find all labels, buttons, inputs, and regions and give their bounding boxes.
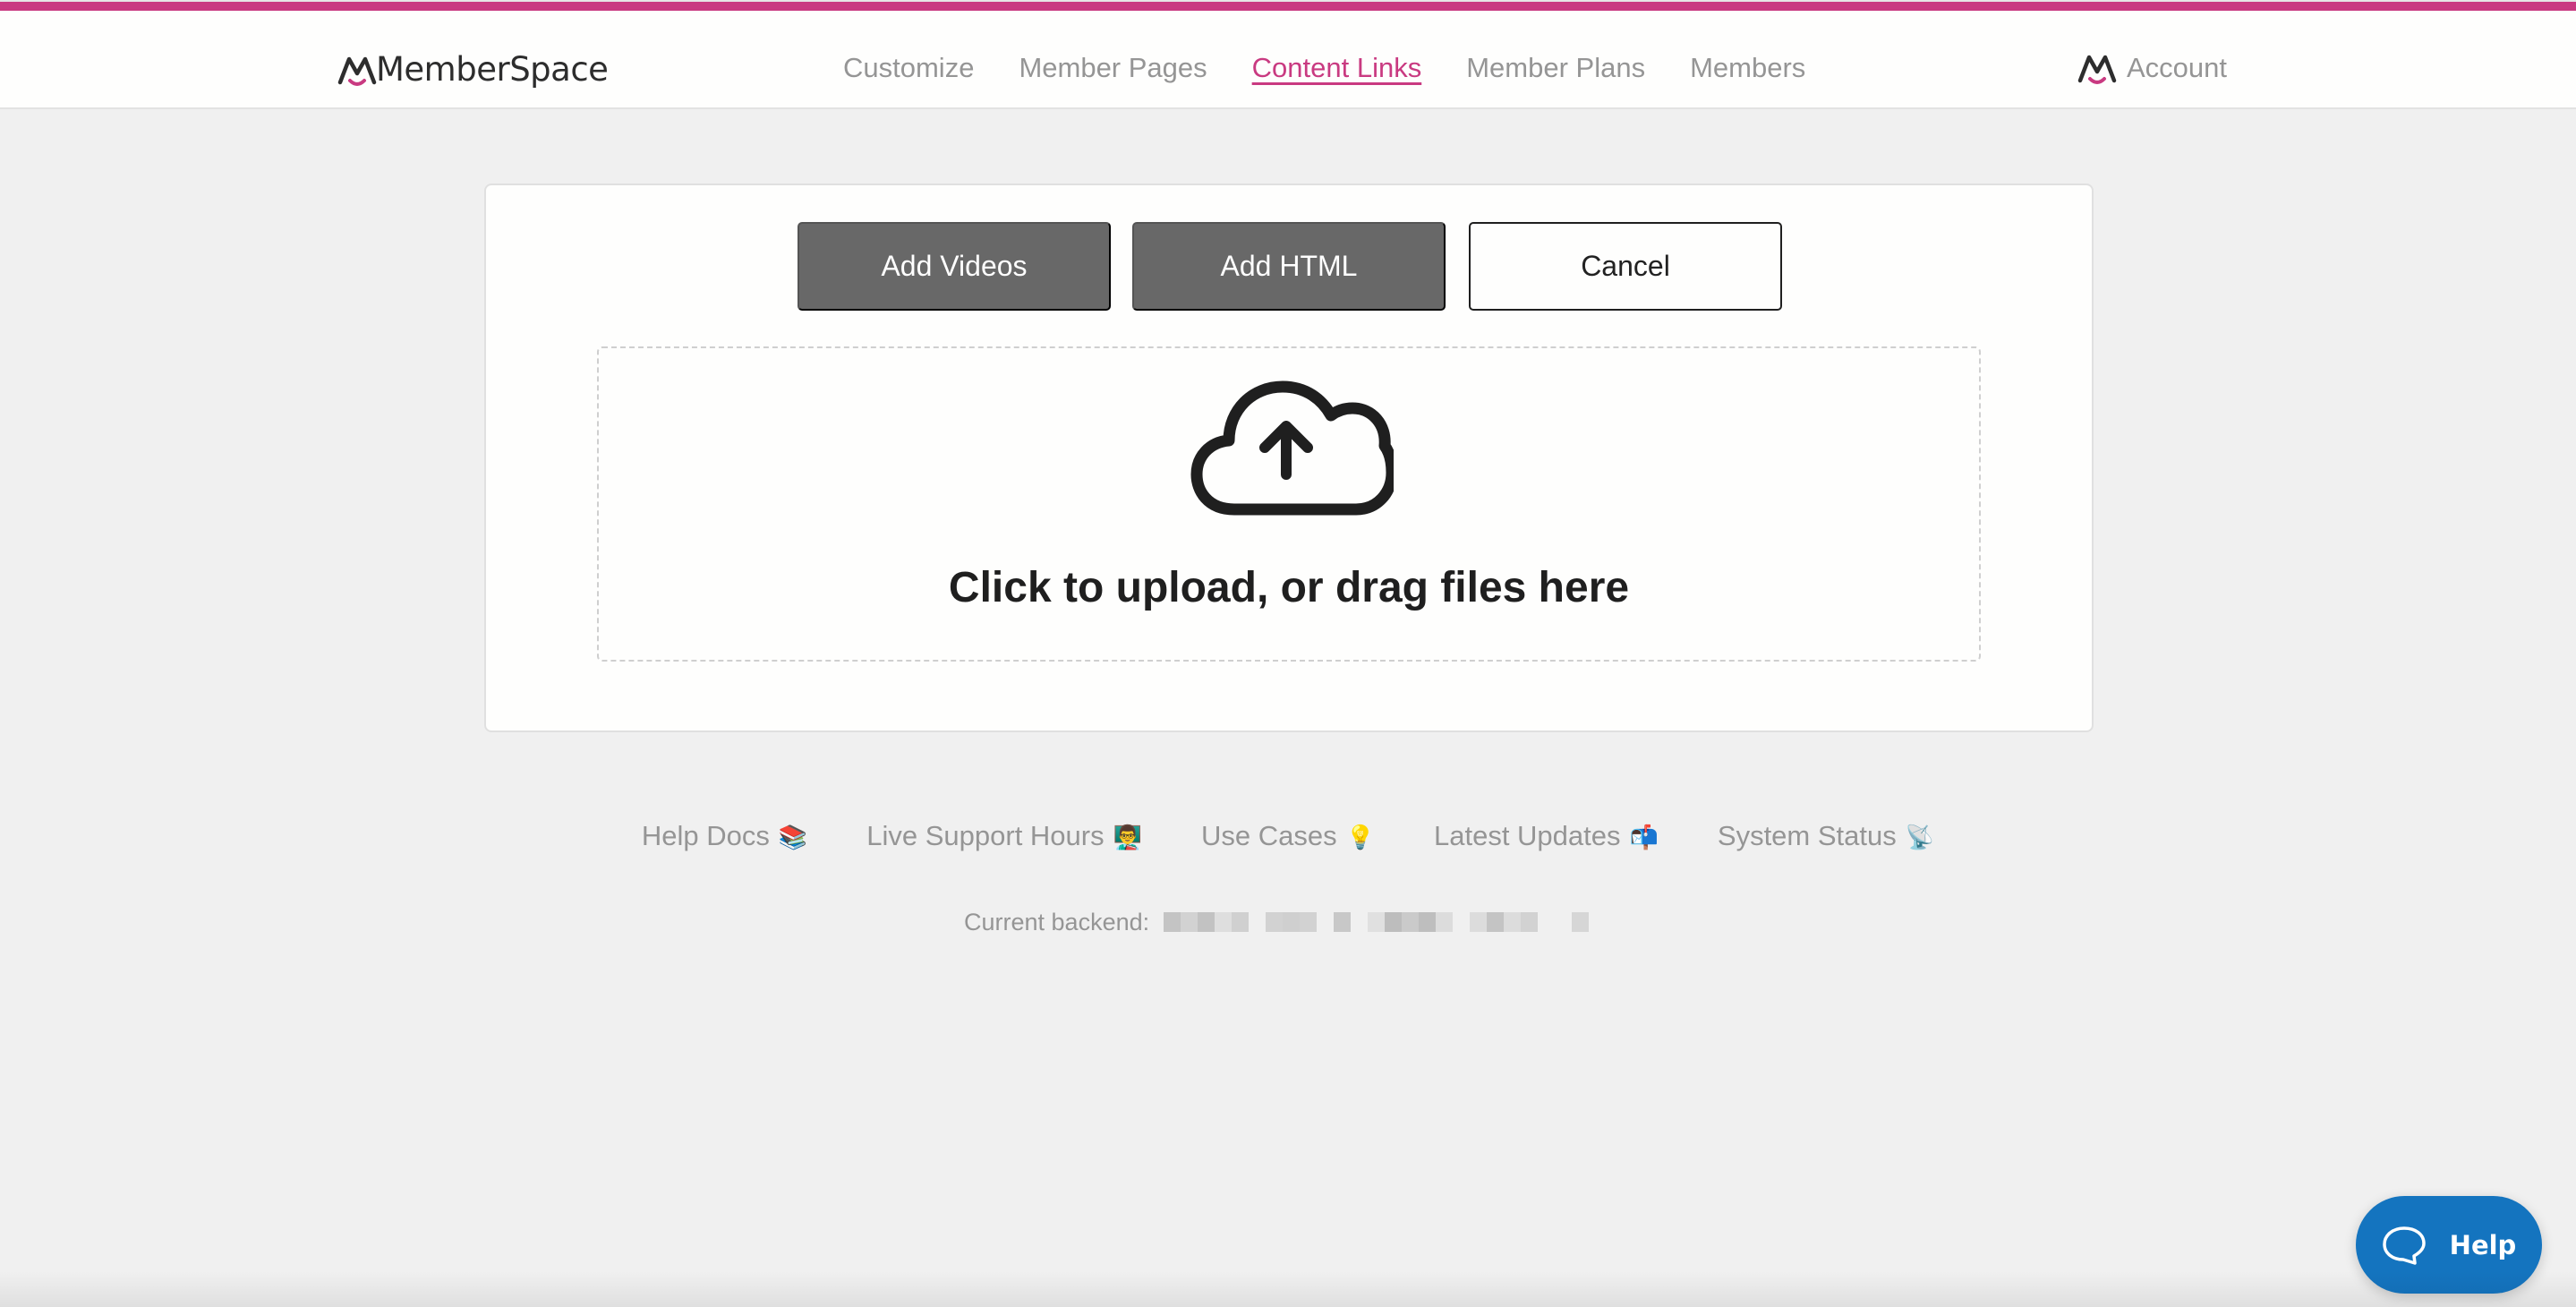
chat-bubble-icon [2382, 1226, 2426, 1265]
file-dropzone[interactable]: Click to upload, or drag files here [597, 346, 1981, 662]
memberspace-logo[interactable]: MemberSpace [337, 50, 609, 89]
cloud-upload-icon [1190, 380, 1394, 516]
nav-content-links[interactable]: Content Links [1252, 50, 1422, 86]
memberspace-logo-icon [337, 56, 377, 86]
cancel-button[interactable]: Cancel [1469, 222, 1782, 311]
top-navigation: MemberSpace Customize Member Pages Conte… [0, 11, 2576, 109]
dropzone-instructions: Click to upload, or drag files here [948, 564, 1630, 611]
current-backend: Current backend: [964, 906, 1590, 938]
footer-link-label: Live Support Hours [866, 820, 1105, 851]
help-widget-button[interactable]: Help [2356, 1196, 2542, 1294]
brand-name: MemberSpace [376, 50, 609, 89]
nav-members[interactable]: Members [1690, 50, 1805, 86]
nav-member-plans[interactable]: Member Plans [1466, 50, 1645, 86]
light-bulb-icon: 💡 [1345, 824, 1375, 850]
upload-card: Add Videos Add HTML Cancel Click to uplo… [484, 184, 2094, 732]
add-videos-button[interactable]: Add Videos [798, 222, 1111, 311]
books-icon: 📚 [778, 824, 808, 850]
footer-link-use-cases[interactable]: Use Cases 💡 [1201, 816, 1375, 857]
footer-link-live-support-hours[interactable]: Live Support Hours 👨‍🏫 [866, 816, 1142, 857]
add-html-button[interactable]: Add HTML [1132, 222, 1446, 311]
account-menu[interactable]: Account [2075, 50, 2227, 86]
mailbox-icon: 📬 [1629, 824, 1659, 850]
backend-value-redacted [1164, 912, 1590, 932]
footer-link-label: Help Docs [641, 820, 770, 851]
footer-link-label: Latest Updates [1433, 820, 1621, 851]
account-label: Account [2127, 52, 2228, 83]
footer-links: Help Docs 📚 Live Support Hours 👨‍🏫 Use Cas… [0, 816, 2576, 857]
account-avatar-icon [2077, 55, 2117, 84]
nav-customize[interactable]: Customize [843, 50, 974, 86]
window-bottom-shadow [0, 1271, 2576, 1307]
footer-link-help-docs[interactable]: Help Docs 📚 [642, 816, 807, 857]
footer-link-latest-updates[interactable]: Latest Updates 📬 [1434, 816, 1659, 857]
teacher-icon: 👨‍🏫 [1113, 824, 1142, 850]
help-label: Help [2449, 1229, 2517, 1260]
footer-link-system-status[interactable]: System Status 📡 [1718, 816, 1934, 857]
nav-member-pages[interactable]: Member Pages [1019, 50, 1207, 86]
satellite-dish-icon: 📡 [1905, 824, 1935, 850]
footer-link-label: Use Cases [1201, 820, 1337, 851]
top-accent-bar [0, 0, 2576, 11]
main-nav: Customize Member Pages Content Links Mem… [843, 50, 1850, 86]
footer-link-label: System Status [1717, 820, 1897, 851]
backend-label: Current backend: [964, 909, 1150, 935]
